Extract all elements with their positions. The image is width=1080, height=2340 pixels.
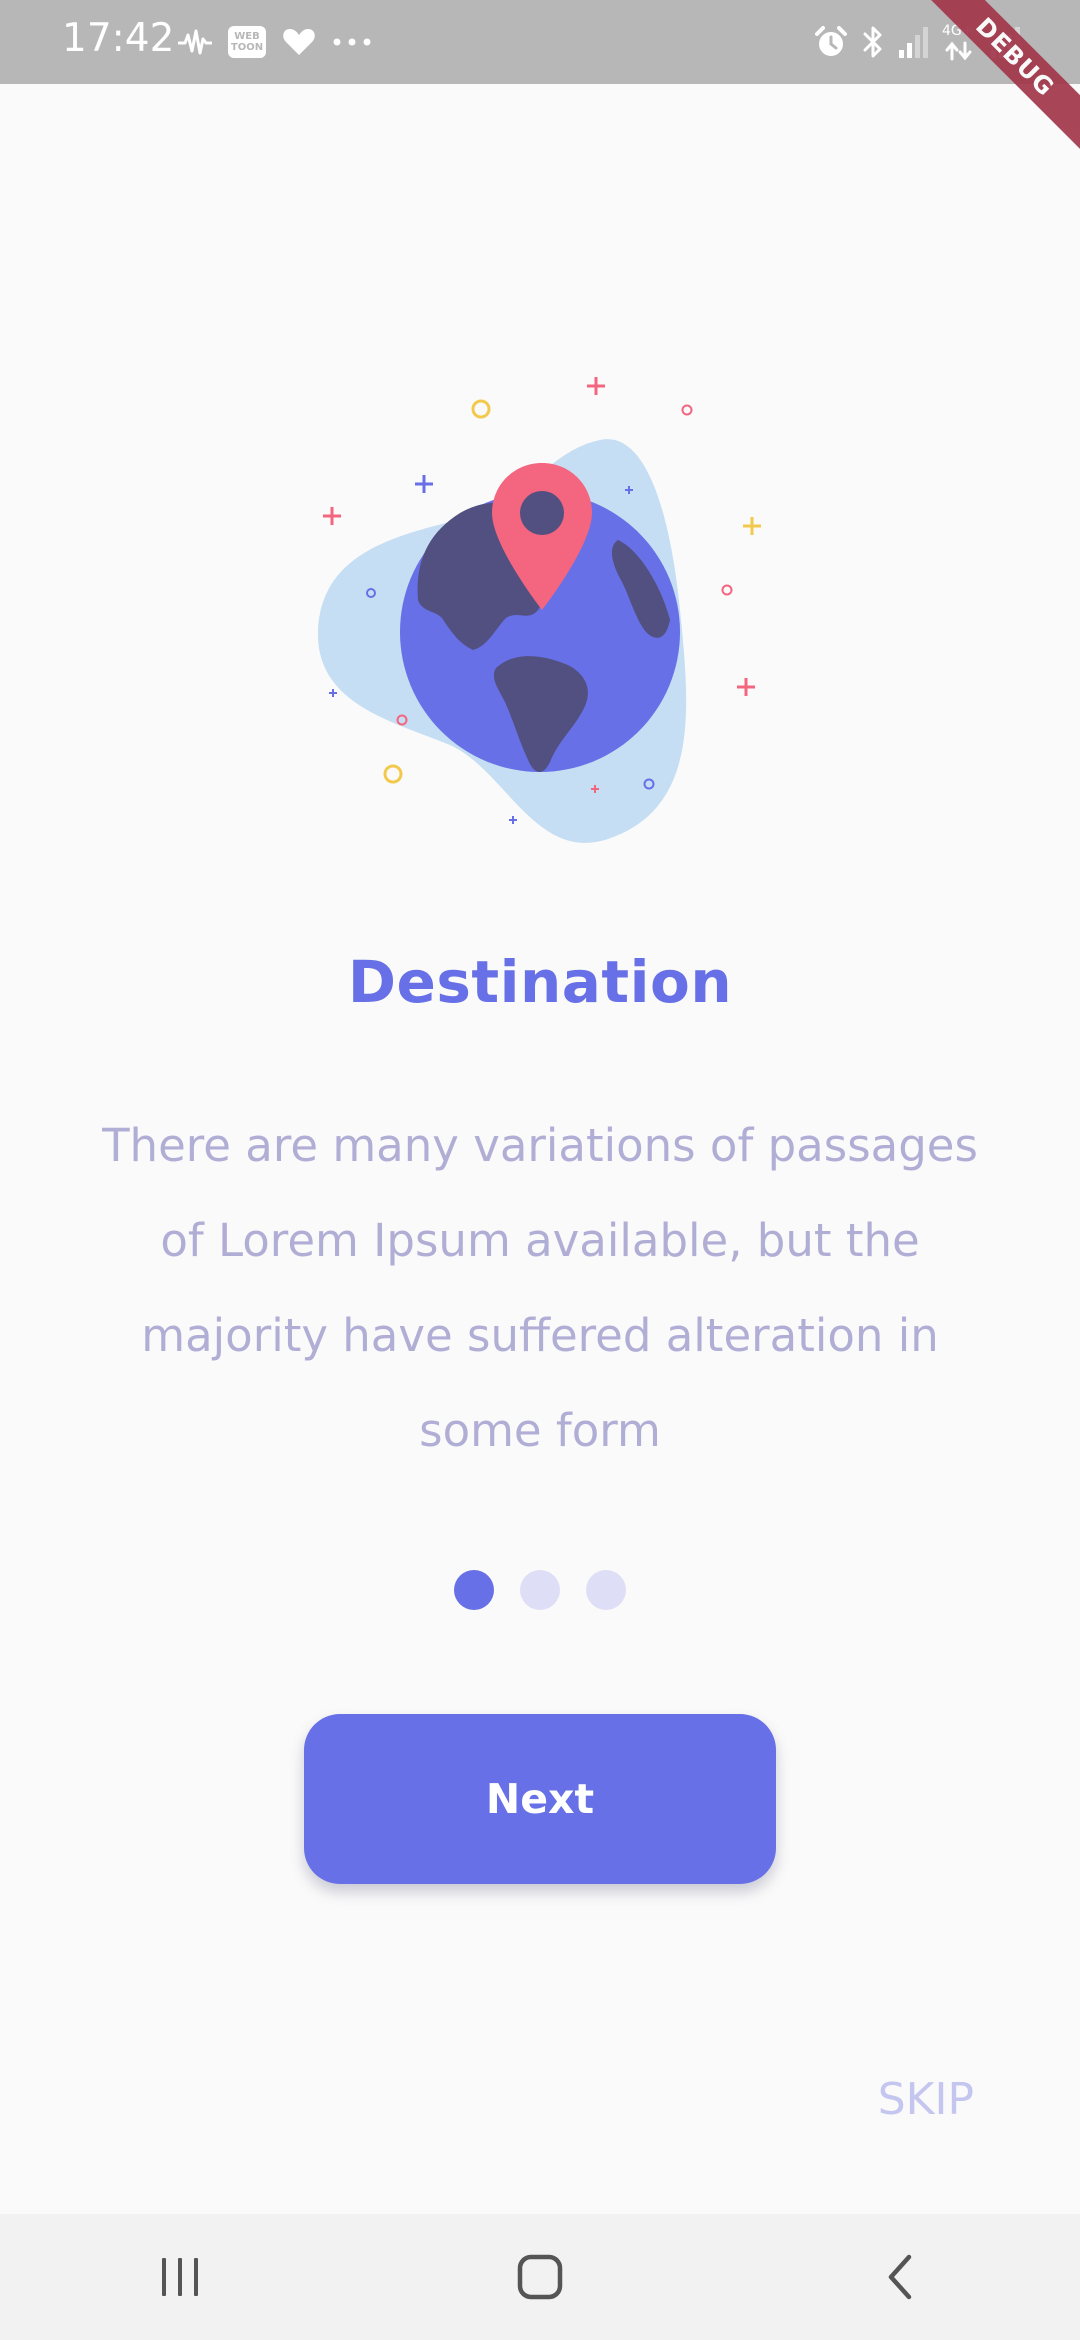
navigation-bar [0, 2214, 1080, 2340]
recent-apps-icon[interactable] [120, 2232, 240, 2322]
page-dot-2[interactable] [520, 1570, 560, 1610]
back-icon[interactable] [840, 2232, 960, 2322]
home-icon[interactable] [480, 2232, 600, 2322]
page-dot-3[interactable] [586, 1570, 626, 1610]
heart-icon [282, 27, 316, 57]
webtoon-label: WEB TOON [230, 31, 264, 53]
onboarding-screen: 17:42 WEB TOON 4G+ DEBUG Destination The… [0, 0, 1080, 2340]
page-dot-1[interactable] [454, 1570, 494, 1610]
bluetooth-icon [862, 25, 884, 59]
globe-location-pin-illustration [300, 350, 780, 860]
page-indicator [0, 1570, 1080, 1610]
skip-button[interactable]: SKIP [878, 2074, 974, 2125]
page-title: Destination [347, 948, 733, 1016]
status-left-icons: WEB TOON [178, 22, 372, 62]
more-dots-icon [332, 37, 372, 47]
status-bar: 17:42 WEB TOON 4G+ [0, 0, 1080, 84]
signal-icon [898, 26, 928, 58]
next-button[interactable]: Next [304, 1714, 776, 1884]
alarm-icon [814, 25, 848, 59]
status-time: 17:42 [62, 16, 175, 61]
page-description: There are many variations of passages of… [102, 1119, 978, 1457]
audio-wave-icon [178, 27, 212, 57]
webtoon-icon: WEB TOON [228, 26, 266, 58]
